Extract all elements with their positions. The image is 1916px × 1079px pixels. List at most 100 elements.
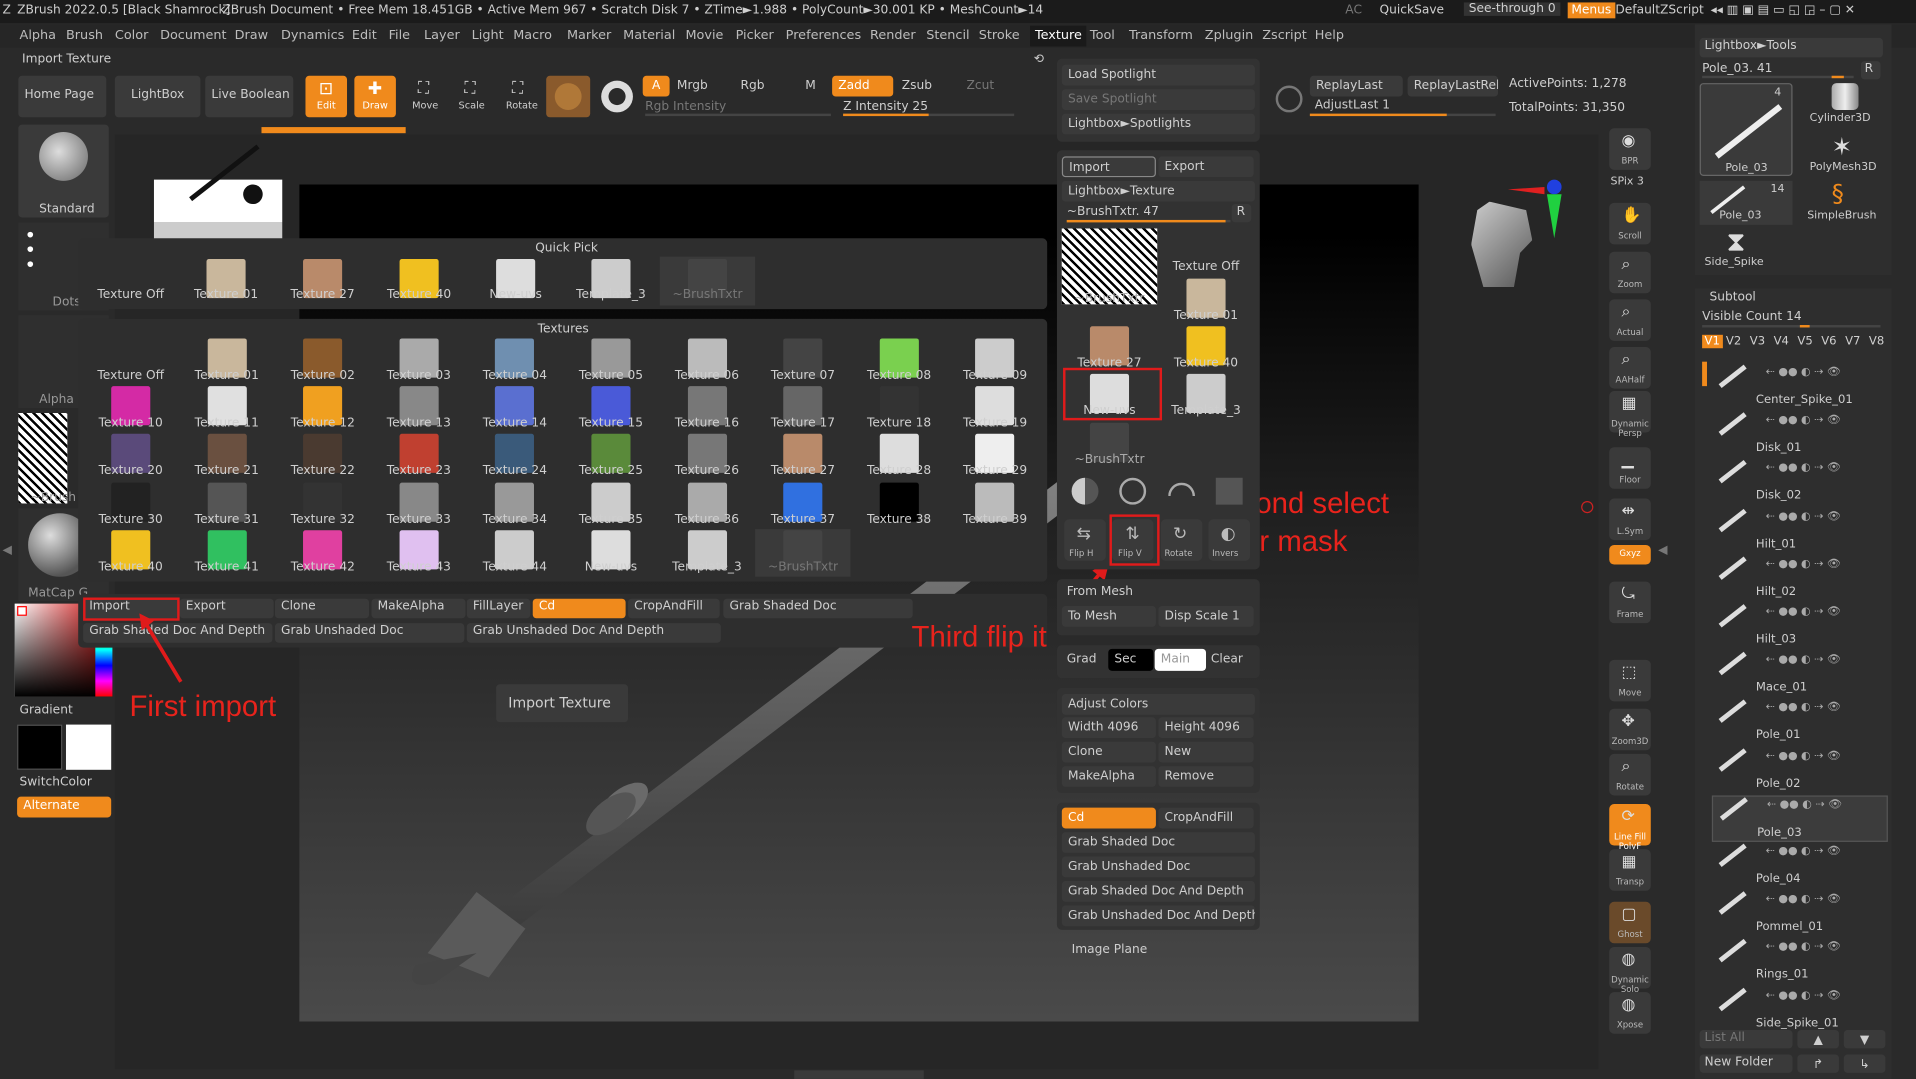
texture-item[interactable]: Texture 42 (275, 529, 370, 577)
list-all-button[interactable]: List All (1699, 1030, 1793, 1049)
rgb-intensity-slider[interactable]: Rgb Intensity (645, 100, 726, 113)
menu-material[interactable]: Material (623, 28, 675, 43)
adjust-last-slider[interactable]: AdjustLast 1 (1315, 99, 1390, 112)
width-slider[interactable]: Width 4096 (1061, 717, 1156, 739)
lightbox-texture-button[interactable]: Lightbox►Texture (1061, 180, 1255, 202)
image-plane-button[interactable]: Image Plane (1072, 943, 1148, 956)
shelf-xpose[interactable]: ◍ Xpose (1609, 992, 1651, 1034)
grab-unshaded-depth-button-popup[interactable]: Grab Unshaded Doc And Depth (466, 623, 721, 643)
tool-cylinder3d[interactable]: Cylinder3D (1810, 83, 1878, 127)
texture-item[interactable]: Texture 30 (83, 481, 178, 529)
texture-item[interactable]: Texture 07 (755, 337, 850, 385)
quickpick-item[interactable]: Template_3 (563, 257, 658, 306)
menu-stroke[interactable]: Stroke (979, 28, 1020, 43)
axis-gizmo-icon[interactable] (1507, 177, 1569, 244)
quicksave-button[interactable]: QuickSave (1380, 4, 1445, 17)
clear-button[interactable]: Clear (1211, 652, 1243, 665)
move-button[interactable]: ⛶ Move (406, 76, 445, 118)
menu-marker[interactable]: Marker (567, 28, 611, 43)
texture-item[interactable]: Texture 23 (371, 433, 466, 481)
subtool-row[interactable]: ⇠ ●● ◐ ⇢ 👁 Center_Spike_01 (1712, 364, 1888, 410)
texture-item[interactable]: Texture 38 (851, 481, 946, 529)
zsub-toggle[interactable]: Zsub (902, 79, 932, 92)
cd-toggle[interactable]: Cd (1061, 807, 1156, 829)
tool-r-button[interactable]: R (1860, 61, 1881, 80)
menu-zscript[interactable]: Zscript (1262, 28, 1307, 43)
subtool-controls-icon[interactable]: ⇠ ●● ◐ ⇢ 👁 (1766, 654, 1841, 666)
palette-texture-item[interactable]: Texture 27 (1062, 325, 1157, 373)
texture-item[interactable]: Texture 43 (371, 529, 466, 577)
subtool-view-v4[interactable]: V4 (1774, 335, 1789, 348)
menu-zplugin[interactable]: Zplugin (1205, 28, 1253, 43)
new-folder-button[interactable]: New Folder (1699, 1054, 1793, 1073)
subtool-controls-icon[interactable]: ⇠ ●● ◐ ⇢ 👁 (1766, 750, 1841, 762)
home-page-button[interactable]: Home Page (18, 75, 107, 118)
menu-movie[interactable]: Movie (685, 28, 723, 43)
spix-slider[interactable]: SPix 3 (1610, 176, 1643, 188)
grab-shaded-doc-button-popup[interactable]: Grab Shaded Doc (723, 598, 913, 619)
texture-item[interactable]: Texture 06 (659, 337, 754, 385)
subtool-controls-icon[interactable]: ⇠ ●● ◐ ⇢ 👁 (1766, 462, 1841, 474)
texture-item[interactable]: Texture 22 (275, 433, 370, 481)
texture-item[interactable]: Texture 36 (659, 481, 754, 529)
shelf-zoom[interactable]: ⌕ Zoom (1609, 251, 1651, 294)
d-sphere-icon[interactable] (1275, 85, 1303, 113)
clone-button-popup[interactable]: Clone (274, 598, 370, 619)
adjust-colors-button[interactable]: Adjust Colors (1061, 694, 1255, 715)
material-swatch[interactable] (546, 75, 591, 118)
subtool-controls-icon[interactable]: ⇠ ●● ◐ ⇢ 👁 (1766, 367, 1841, 379)
rotate-tex-button[interactable]: ↻ Rotate (1160, 519, 1203, 561)
subtool-controls-icon[interactable]: ⇠ ●● ◐ ⇢ 👁 (1766, 846, 1841, 858)
move-down-button[interactable]: ▼ (1843, 1030, 1886, 1049)
texture-item[interactable]: Texture 33 (371, 481, 466, 529)
texture-item[interactable]: Texture 29 (947, 433, 1042, 481)
texture-item[interactable]: Texture 27 (755, 433, 850, 481)
import-button[interactable]: Import (1061, 156, 1156, 178)
menu-help[interactable]: Help (1315, 28, 1344, 43)
texture-item[interactable]: Texture 10 (83, 385, 178, 433)
clone-button[interactable]: Clone (1061, 741, 1156, 763)
right-tray-handle-icon[interactable]: ◀ (1658, 544, 1667, 568)
live-boolean-button[interactable]: Live Boolean (205, 75, 294, 118)
shelf-dynamic-persp[interactable]: ▦ Dynamic Persp (1609, 391, 1651, 439)
texture-item[interactable]: Texture 35 (563, 481, 658, 529)
menu-transform[interactable]: Transform (1129, 28, 1193, 43)
palette-texture-item[interactable]: Texture 01 (1158, 277, 1253, 325)
makealpha-button[interactable]: MakeAlpha (1061, 766, 1156, 787)
subtool-row[interactable]: ⇠ ●● ◐ ⇢ 👁 Pole_03 (1711, 795, 1888, 842)
brushtxtr-r-button[interactable]: R (1231, 204, 1252, 223)
texture-item[interactable]: Texture 01 (179, 337, 274, 385)
subtool-controls-icon[interactable]: ⇠ ●● ◐ ⇢ 👁 (1766, 702, 1841, 714)
replay-last-rel-button[interactable]: ReplayLastRel (1407, 75, 1499, 97)
brushtxtr-slider[interactable]: ~BrushTxtr. 47 (1067, 205, 1159, 218)
tex-adjust-icon-4[interactable] (1208, 470, 1250, 512)
shelf-actual[interactable]: ⌕ Actual (1609, 299, 1651, 341)
move-up-button[interactable]: ▲ (1797, 1030, 1839, 1049)
cd-toggle-popup[interactable]: Cd (532, 598, 626, 619)
texture-item[interactable]: Texture 15 (563, 385, 658, 433)
subtool-action-1[interactable]: ↱ (1797, 1054, 1839, 1073)
tex-adjust-icon-2[interactable] (1112, 470, 1154, 512)
palette-texture-item[interactable]: Texture Off (1158, 228, 1253, 276)
texture-item[interactable]: Texture 05 (563, 337, 658, 385)
menu-file[interactable]: File (389, 28, 410, 43)
from-mesh-button[interactable]: From Mesh (1067, 585, 1133, 598)
texture-item[interactable]: ~BrushTxtr (755, 528, 851, 577)
replay-last-button[interactable]: ReplayLast (1309, 75, 1403, 97)
quickpick-item[interactable]: Texture 27 (275, 257, 370, 306)
shelf-ghost[interactable]: ▢ Ghost (1609, 901, 1651, 944)
zadd-toggle[interactable]: Zadd (832, 75, 894, 97)
main-color-button[interactable]: Main (1154, 648, 1207, 671)
current-tool-slider[interactable]: Pole_03. 41 (1702, 62, 1772, 75)
window-controls-icons[interactable]: ◂◂ ▥ ▣ ▤ ▭ ◱ ◲ – ▢ ✕ (1711, 4, 1855, 17)
tool-pole03-small[interactable]: 14 Pole_03 (1699, 180, 1793, 225)
tool-pole03-large[interactable]: 4 Pole_03 (1699, 83, 1793, 176)
grad-button[interactable]: Grad (1067, 652, 1097, 665)
subtool-row[interactable]: ⇠ ●● ◐ ⇢ 👁 Hilt_01 (1712, 508, 1888, 554)
save-spotlight-button[interactable]: Save Spotlight (1061, 89, 1255, 110)
quickpick-item[interactable]: Texture 40 (371, 257, 466, 306)
subtool-row[interactable]: ⇠ ●● ◐ ⇢ 👁 Hilt_02 (1712, 556, 1888, 602)
subtool-controls-icon[interactable]: ⇠ ●● ◐ ⇢ 👁 (1766, 941, 1841, 953)
palette-texture-item[interactable]: Template_3 (1158, 373, 1253, 421)
menu-alpha[interactable]: Alpha (20, 28, 56, 43)
